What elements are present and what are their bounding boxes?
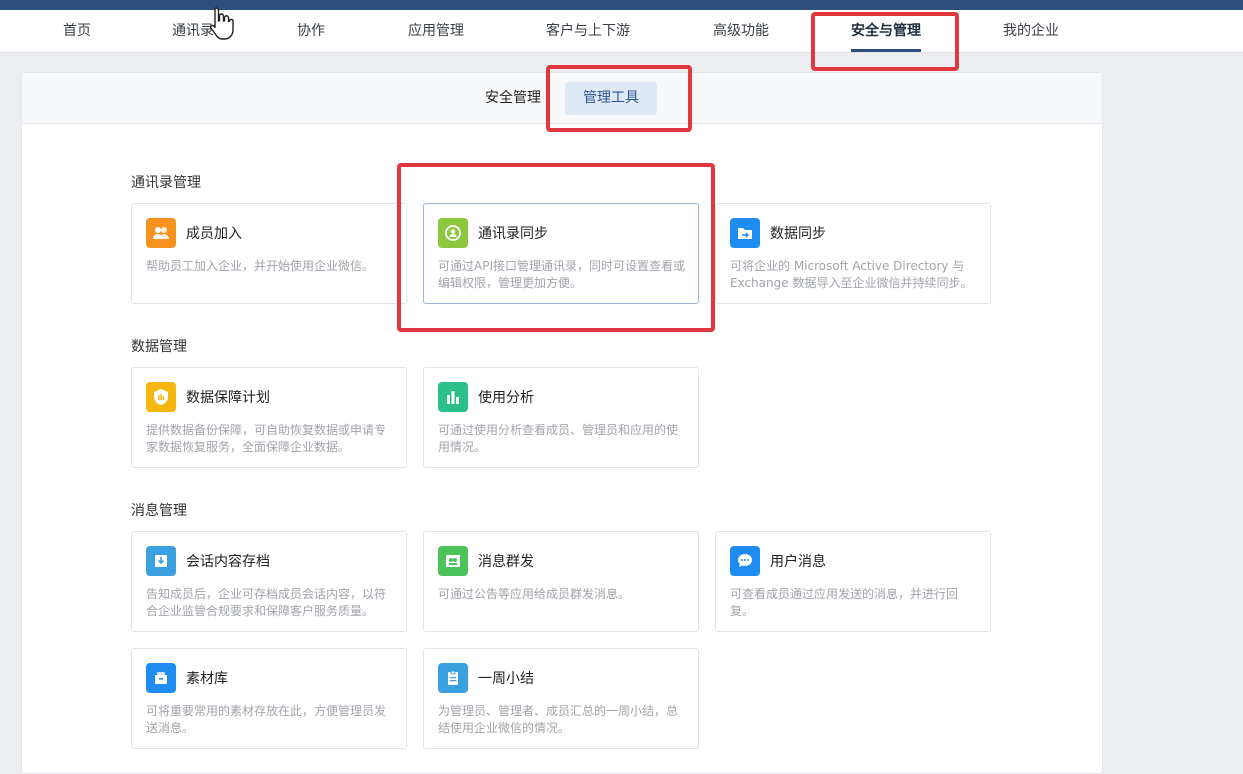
broadcast-icon xyxy=(438,546,468,576)
main-nav: 首页 通讯录 协作 应用管理 客户与上下游 高级功能 安全与管理 我的企业 xyxy=(0,10,1243,53)
card-title: 数据同步 xyxy=(770,226,826,242)
card-weekly-summary[interactable]: 一周小结 为管理员、管理者、成员汇总的一周小结，总结使用企业微信的情况。 xyxy=(423,648,699,749)
hand-cursor-icon xyxy=(208,6,234,46)
section-title-data-management: 数据管理 xyxy=(131,339,187,355)
sub-tab-bar: 安全管理 管理工具 xyxy=(22,73,1102,124)
card-usage-analysis[interactable]: 使用分析 可通过使用分析查看成员、管理员和应用的使用情况。 xyxy=(423,367,699,468)
card-description: 可通过使用分析查看成员、管理员和应用的使用情况。 xyxy=(438,423,679,454)
card-data-protection[interactable]: 数据保障计划 提供数据备份保障，可自助恢复数据或申请专家数据恢复服务，全面保障企… xyxy=(131,367,407,468)
nav-item-my-enterprise[interactable]: 我的企业 xyxy=(1003,10,1059,52)
nav-item-customers[interactable]: 客户与上下游 xyxy=(546,10,630,52)
card-description: 可将企业的 Microsoft Active Directory 与 Excha… xyxy=(730,259,973,290)
card-title: 素材库 xyxy=(186,671,228,687)
card-title: 消息群发 xyxy=(478,554,534,570)
nav-item-advanced[interactable]: 高级功能 xyxy=(713,10,769,52)
card-title: 一周小结 xyxy=(478,671,534,687)
subtab-security-management[interactable]: 安全管理 xyxy=(467,82,559,115)
shield-icon xyxy=(146,382,176,412)
card-title: 用户消息 xyxy=(770,554,826,570)
sync-user-icon xyxy=(438,218,468,248)
card-description: 可通过公告等应用给成员群发消息。 xyxy=(438,587,631,601)
card-user-messages[interactable]: 用户消息 可查看成员通过应用发送的消息，并进行回复。 xyxy=(715,531,991,632)
card-description: 可将重要常用的素材存放在此，方便管理员发送消息。 xyxy=(146,704,387,735)
section-title-contacts-management: 通讯录管理 xyxy=(131,175,201,191)
archive-icon xyxy=(146,546,176,576)
subtab-management-tools[interactable]: 管理工具 xyxy=(565,82,657,115)
chat-bubble-icon xyxy=(730,546,760,576)
nav-item-collaboration[interactable]: 协作 xyxy=(297,10,325,52)
card-title: 成员加入 xyxy=(186,226,242,242)
content-panel: 安全管理 管理工具 通讯录管理 成员加入 帮助员工加入企业，并开始使用企业微信。… xyxy=(21,72,1103,774)
card-chat-archive[interactable]: 会话内容存档 告知成员后，企业可存档成员会话内容，以符合企业监管合规要求和保障客… xyxy=(131,531,407,632)
card-description: 告知成员后，企业可存档成员会话内容，以符合企业监管合规要求和保障客户服务质量。 xyxy=(146,587,387,618)
bar-chart-icon xyxy=(438,382,468,412)
card-member-join[interactable]: 成员加入 帮助员工加入企业，并开始使用企业微信。 xyxy=(131,203,407,304)
card-description: 可查看成员通过应用发送的消息，并进行回复。 xyxy=(730,587,959,618)
card-title: 数据保障计划 xyxy=(186,390,270,406)
card-mass-message[interactable]: 消息群发 可通过公告等应用给成员群发消息。 xyxy=(423,531,699,632)
card-description: 帮助员工加入企业，并开始使用企业微信。 xyxy=(146,259,375,273)
card-description: 提供数据备份保障，可自助恢复数据或申请专家数据恢复服务，全面保障企业数据。 xyxy=(146,423,387,454)
card-material-library[interactable]: 素材库 可将重要常用的素材存放在此，方便管理员发送消息。 xyxy=(131,648,407,749)
card-title: 通讯录同步 xyxy=(478,226,548,242)
nav-item-home[interactable]: 首页 xyxy=(63,10,91,52)
card-description: 为管理员、管理者、成员汇总的一周小结，总结使用企业微信的情况。 xyxy=(438,704,679,735)
nav-item-app-management[interactable]: 应用管理 xyxy=(408,10,464,52)
nav-item-label: 安全与管理 xyxy=(851,23,921,39)
card-description: 可通过API接口管理通讯录，同时可设置查看或编辑权限，管理更加方便。 xyxy=(438,259,685,290)
clipboard-icon xyxy=(438,663,468,693)
card-contacts-sync[interactable]: 通讯录同步 可通过API接口管理通讯录，同时可设置查看或编辑权限，管理更加方便。 xyxy=(423,203,699,304)
material-box-icon xyxy=(146,663,176,693)
card-title: 使用分析 xyxy=(478,390,534,406)
members-icon xyxy=(146,218,176,248)
card-title: 会话内容存档 xyxy=(186,554,270,570)
folder-sync-icon xyxy=(730,218,760,248)
active-tab-underline xyxy=(851,49,921,52)
nav-item-security-management[interactable]: 安全与管理 xyxy=(851,10,921,52)
card-data-sync[interactable]: 数据同步 可将企业的 Microsoft Active Directory 与 … xyxy=(715,203,991,304)
section-title-message-management: 消息管理 xyxy=(131,503,187,519)
top-header-bar xyxy=(0,0,1243,10)
